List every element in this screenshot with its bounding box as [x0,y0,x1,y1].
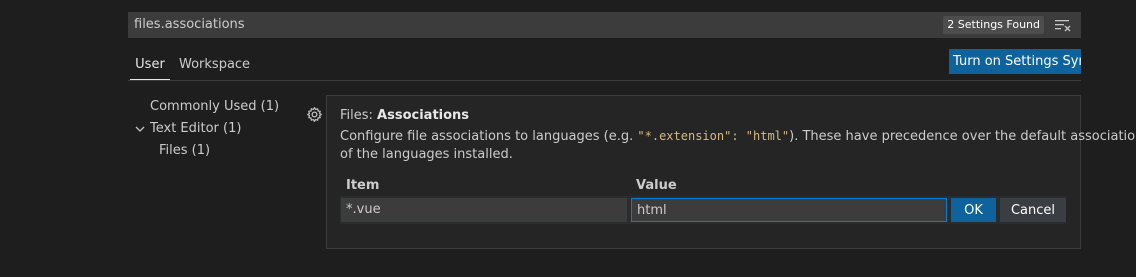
cancel-button[interactable]: Cancel [1000,198,1066,222]
gear-icon[interactable] [306,106,323,123]
tabs-divider [128,80,1081,81]
desc-post: ). These have precedence over the defaul… [789,129,1136,144]
toc-item-text-editor[interactable]: Text Editor (1) [150,121,241,136]
settings-search-bar[interactable]: 2 Settings Found [128,12,1081,38]
table-header [340,176,1066,196]
chevron-down-icon[interactable] [133,122,147,136]
setting-title: Files: Associations [340,108,469,123]
setting-description-line2: of the languages installed. [340,147,513,162]
tab-workspace[interactable]: Workspace [179,52,250,80]
column-header-item: Item [346,178,380,193]
ok-button[interactable]: OK [951,198,996,222]
settings-search-input[interactable] [134,13,914,37]
setting-category: Files: [340,108,378,123]
value-input[interactable] [631,198,947,222]
toc-item-files[interactable]: Files (1) [159,143,210,158]
column-header-value: Value [636,178,677,193]
desc-pre: Configure file associations to languages… [340,129,638,144]
setting-name: Associations [377,108,470,123]
setting-description: Configure file associations to languages… [340,129,1136,144]
settings-found-badge: 2 Settings Found [943,16,1044,34]
tab-user[interactable]: User [130,52,170,80]
turn-on-settings-sync-button[interactable]: Turn on Settings Sync [949,49,1081,74]
clear-filter-icon[interactable] [1054,17,1072,33]
desc-code: "*.extension": "html" [637,129,790,143]
toc-item-commonly-used[interactable]: Commonly Used (1) [150,99,279,114]
item-key-field[interactable]: *.vue [341,198,627,222]
